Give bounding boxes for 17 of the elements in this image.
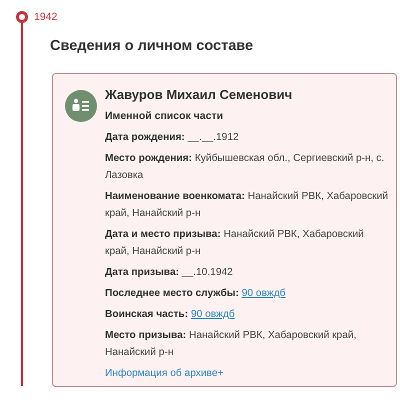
record-field: Место призыва: Нанайский РВК, Хабаровский край, Нанайский р-н: [105, 327, 388, 361]
unit-link[interactable]: 90 овждб: [242, 288, 286, 299]
source-title: Именной список части: [105, 109, 224, 124]
archive-info-link[interactable]: Информация об архиве+: [105, 365, 224, 382]
person-name: Жавуров Михаил Семенович: [105, 86, 294, 104]
person-list-icon: [65, 90, 97, 122]
record-field: Воинская часть: 90 овждб: [105, 306, 388, 323]
timeline-marker: [16, 11, 28, 23]
unit-link[interactable]: 90 овждб: [190, 309, 235, 320]
section-title: Сведения о личном составе: [50, 38, 254, 56]
record-field: Дата призыва: __.10.1942: [105, 264, 388, 281]
year-label: 1942: [34, 10, 58, 25]
record-field: Дата рождения: __.__.1912: [105, 129, 388, 146]
record-field: Наименование военкомата: Нанайский РВК, Хабаровский край, Нанайский р-н: [105, 188, 388, 222]
record-field: Место рождения: Куйбышевская обл., Сергиевский р-н, с. Лазовка: [105, 150, 388, 184]
record-field: Последнее место службы: 90 овждб: [105, 285, 388, 302]
record-field: Дата и место призыва: Нанайский РВК, Хабаровский край, Нанайский р-н: [105, 226, 388, 260]
